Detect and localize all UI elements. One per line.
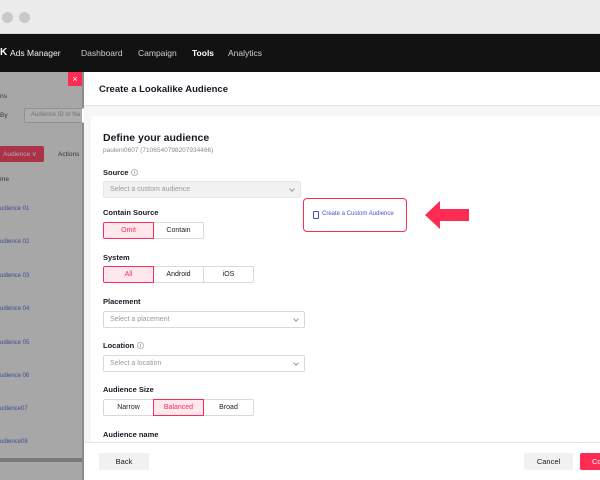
placement-placeholder: Select a placement	[110, 316, 170, 323]
brand-logo: K	[0, 47, 8, 58]
browser-chrome	[0, 0, 600, 34]
lookalike-modal: Create a Lookalike Audience Define your …	[84, 72, 600, 480]
nav-campaign[interactable]: Campaign	[138, 48, 177, 58]
nav-analytics[interactable]: Analytics	[228, 48, 262, 58]
window-button[interactable]	[19, 12, 30, 23]
location-label: Location	[103, 341, 145, 350]
window-button[interactable]	[2, 12, 13, 23]
chevron-down-icon	[293, 316, 299, 322]
location-placeholder: Select a location	[110, 360, 162, 367]
app-title: Ads Manager	[10, 48, 61, 58]
system-all-option[interactable]: All	[103, 266, 154, 283]
document-icon	[313, 211, 319, 219]
background-scrollbar[interactable]	[0, 458, 82, 462]
confirm-button[interactable]: Co	[580, 453, 600, 470]
app-header: K Ads Manager Dashboard Campaign Tools A…	[0, 34, 600, 72]
placement-label: Placement	[103, 297, 141, 306]
close-icon[interactable]: ×	[68, 72, 82, 86]
contain-option[interactable]: Contain	[153, 222, 204, 239]
location-select[interactable]: Select a location	[103, 355, 305, 372]
info-icon[interactable]	[137, 342, 145, 349]
source-select[interactable]: Select a custom audience	[103, 181, 301, 198]
contain-source-toggle: Omit Contain	[103, 222, 204, 239]
source-label: Source	[103, 168, 139, 177]
nav-tools[interactable]: Tools	[192, 48, 214, 58]
size-narrow-option[interactable]: Narrow	[103, 399, 154, 416]
section-heading: Define your audience	[103, 132, 210, 144]
size-broad-option[interactable]: Broad	[203, 399, 254, 416]
modal-title: Create a Lookalike Audience	[99, 84, 229, 95]
define-audience-card: Define your audience pauleni0607 (710654…	[91, 116, 600, 442]
contain-source-label: Contain Source	[103, 208, 159, 217]
omit-option[interactable]: Omit	[103, 222, 154, 239]
arrow-left-icon	[425, 201, 469, 229]
source-placeholder: Select a custom audience	[110, 186, 191, 193]
background-dim	[0, 72, 82, 480]
create-custom-audience-button[interactable]: Create a Custom Audience	[303, 198, 407, 232]
modal-footer: Back Cancel Co	[84, 442, 600, 480]
cancel-button[interactable]: Cancel	[524, 453, 573, 470]
system-label: System	[103, 253, 130, 262]
nav-dashboard[interactable]: Dashboard	[81, 48, 123, 58]
chevron-down-icon	[289, 186, 295, 192]
modal-body[interactable]: Define your audience pauleni0607 (710654…	[84, 106, 600, 442]
create-custom-audience-link[interactable]: Create a Custom Audience	[322, 211, 394, 217]
audience-size-toggle: Narrow Balanced Broad	[103, 399, 254, 416]
system-toggle: All Android iOS	[103, 266, 254, 283]
audience-name-label: Audience name	[103, 430, 159, 439]
size-balanced-option[interactable]: Balanced	[153, 399, 204, 416]
system-android-option[interactable]: Android	[153, 266, 204, 283]
info-icon[interactable]	[131, 169, 139, 176]
placement-select[interactable]: Select a placement	[103, 311, 305, 328]
account-id: pauleni0607 (7106540798207934466)	[103, 147, 214, 154]
back-button[interactable]: Back	[99, 453, 149, 470]
chevron-down-icon	[293, 360, 299, 366]
audience-size-label: Audience Size	[103, 385, 154, 394]
system-ios-option[interactable]: iOS	[203, 266, 254, 283]
